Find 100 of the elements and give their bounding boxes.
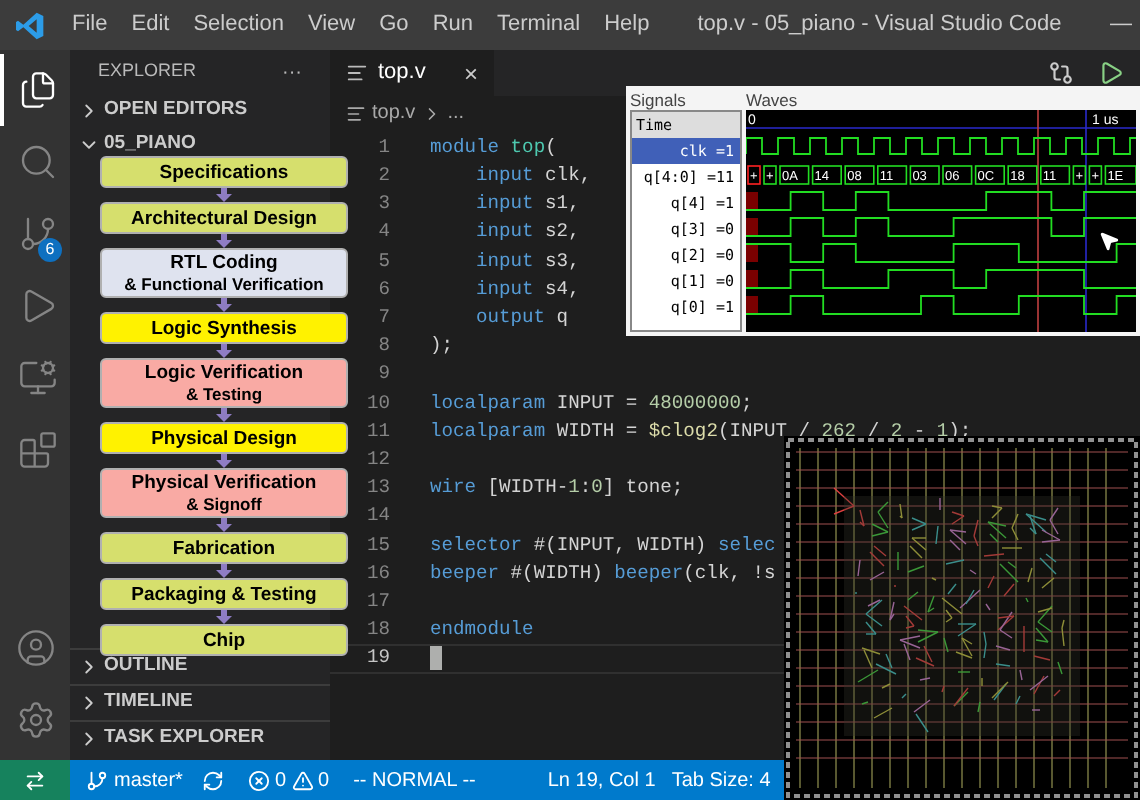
run-icon[interactable] [1098, 60, 1124, 86]
code-line: output q [474, 304, 569, 333]
line-number: 9 [376, 360, 390, 389]
warning-count[interactable]: 0 [318, 765, 330, 795]
process-step: Architectural Design [100, 202, 348, 234]
sidebar-section-header[interactable]: OUTLINE [70, 650, 330, 684]
down-arrow [214, 234, 234, 248]
file-lines-icon [346, 103, 366, 123]
menu-item[interactable]: Terminal [485, 8, 593, 42]
breadcrumb-item[interactable]: ... [447, 98, 465, 128]
down-arrow [214, 610, 234, 624]
menu-item[interactable]: File [60, 8, 120, 42]
branch-icon [86, 769, 108, 791]
files-icon [17, 70, 57, 110]
line-number: 5 [376, 247, 390, 276]
settings-icon [15, 700, 55, 740]
mouse-pointer-icon [1098, 230, 1120, 252]
line-number: 3 [376, 190, 390, 219]
tab-size[interactable]: Tab Size: 4 [671, 765, 771, 795]
process-step: Specifications [100, 156, 348, 188]
editor-tab[interactable]: top.v × [330, 50, 494, 96]
line-number: 1 [376, 133, 390, 162]
code-line: endmodule [430, 616, 534, 645]
branch-icon [17, 214, 57, 254]
down-arrow [214, 344, 234, 358]
code-line: localparam INPUT = 48000000; [430, 389, 753, 418]
sidebar-section-header[interactable]: OPEN EDITORS [70, 94, 330, 128]
line-number: 6 [376, 275, 390, 304]
down-arrow [214, 188, 234, 202]
process-step: Logic Verification & Testing [100, 358, 348, 408]
line-number: 8 [376, 332, 390, 361]
process-step: Packaging & Testing [100, 578, 348, 610]
menu-item[interactable]: Selection [181, 8, 296, 42]
remote-button[interactable] [0, 760, 70, 800]
process-step: RTL Coding & Functional Verification [100, 248, 348, 298]
breadcrumb-item[interactable]: top.v [372, 98, 416, 128]
down-arrow [214, 564, 234, 578]
process-step: Physical Design [100, 422, 348, 454]
code-line: ); [430, 332, 454, 361]
process-step: Fabrication [100, 532, 348, 564]
error-icon [248, 769, 271, 791]
line-number: 4 [376, 218, 390, 247]
window-title: top.v - 05_piano - Visual Studio Code [697, 10, 1064, 41]
panel-label: Waves [746, 90, 800, 110]
code-line: wire [WIDTH-1:0] tone; [430, 474, 684, 503]
tab-label: top.v [378, 58, 428, 89]
process-step: Physical Verification & Signoff [100, 468, 348, 518]
menu-item[interactable]: Run [420, 8, 485, 42]
code-line: module top( [430, 133, 557, 162]
cursor-position[interactable]: Ln 19, Col 1 [547, 765, 656, 795]
code-line: beeper #(WIDTH) beeper(clk, !s [430, 559, 776, 588]
minimize-button[interactable]: — [1110, 8, 1140, 42]
line-number: 2 [376, 162, 390, 191]
sidebar-title: EXPLORER [98, 58, 197, 85]
menu-item[interactable]: Edit [119, 8, 182, 42]
vim-mode: -- NORMAL -- [353, 767, 476, 795]
sidebar-section-header[interactable]: TIMELINE [70, 686, 330, 720]
line-number: 17 [364, 587, 390, 616]
code-line: input clk, [474, 162, 592, 191]
menu-item[interactable]: Help [592, 8, 662, 42]
line-number: 15 [364, 531, 390, 560]
menu-item[interactable]: Go [367, 8, 421, 42]
arrows-icon [24, 769, 46, 791]
code-line: input s4, [474, 275, 580, 304]
process-step: Chip [100, 624, 348, 656]
line-number: 11 [364, 417, 390, 446]
error-count[interactable]: 0 [274, 765, 287, 795]
down-arrow [214, 408, 234, 422]
line-number: 18 [364, 616, 390, 645]
sidebar-section-header[interactable]: TASK EXPLORER [70, 722, 330, 756]
file-lines-icon [346, 62, 368, 84]
monitor-icon [17, 358, 57, 398]
compare-icon[interactable] [1048, 60, 1074, 86]
activity-button[interactable]: 6 [0, 198, 70, 270]
line-number: 7 [376, 304, 390, 333]
code-line: input s2, [474, 218, 580, 247]
account-icon [15, 628, 55, 668]
code-line: input s1, [474, 190, 580, 219]
branch-name[interactable]: master* [114, 765, 183, 795]
close-button[interactable]: × [463, 55, 478, 91]
line-number: 16 [364, 559, 390, 588]
line-number: 14 [364, 502, 390, 531]
line-number: 10 [364, 389, 390, 418]
code-line: input s3, [474, 247, 580, 276]
sidebar-section-header[interactable]: 05_PIANO [70, 128, 330, 162]
panel-label: Signals [630, 90, 688, 110]
down-arrow [214, 518, 234, 532]
code-line: selector #(INPUT, WIDTH) selec [430, 531, 776, 560]
search-icon [17, 142, 57, 182]
process-step: Logic Synthesis [100, 312, 348, 344]
line-number: 12 [364, 445, 390, 474]
menu-item[interactable]: View [295, 8, 368, 42]
line-number: 19 [364, 644, 390, 673]
blocks-icon [17, 430, 57, 470]
badge: 6 [38, 238, 62, 262]
more-button[interactable]: ··· [282, 57, 302, 87]
line-number: 13 [364, 474, 390, 503]
down-arrow [214, 454, 234, 468]
down-arrow [214, 298, 234, 312]
sync-icon[interactable] [202, 769, 225, 791]
